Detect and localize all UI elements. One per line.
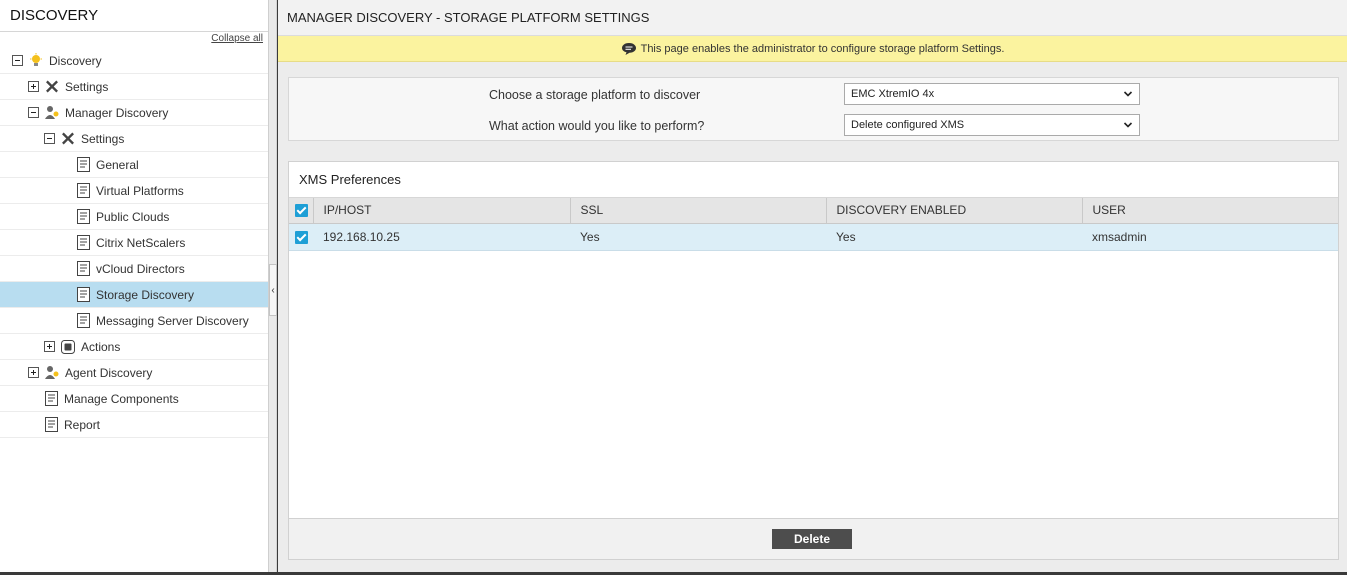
table-header-row: IP/HOST SSL DISCOVERY ENABLED USER	[289, 198, 1338, 224]
table-row[interactable]: 192.168.10.25 Yes Yes xmsadmin	[289, 223, 1338, 251]
platform-select-value: EMC XtremIO 4x	[851, 88, 935, 100]
info-banner: This page enables the administrator to c…	[278, 36, 1347, 62]
xms-table: IP/HOST SSL DISCOVERY ENABLED USER 192.1…	[289, 198, 1338, 251]
manager-icon	[45, 105, 59, 120]
tree-item-agent-discovery[interactable]: Agent Discovery	[0, 360, 268, 386]
tree-item-label: Manager Discovery	[65, 105, 169, 120]
tree-item-label: Settings	[81, 131, 125, 146]
main-content: MANAGER DISCOVERY - STORAGE PLATFORM SET…	[278, 0, 1347, 572]
row-select-cell	[289, 223, 313, 251]
page-icon	[76, 209, 90, 224]
page-icon	[76, 287, 90, 302]
grid-caption: XMS Preferences	[289, 162, 1338, 198]
tree-item-label: Citrix NetScalers	[96, 235, 186, 250]
tree-item-label: Virtual Platforms	[96, 183, 184, 198]
cell-ssl: Yes	[570, 223, 826, 251]
tree-item-general[interactable]: General	[0, 152, 268, 178]
agent-icon	[45, 365, 59, 380]
expand-toggle-icon[interactable]	[28, 367, 39, 378]
info-bubble-icon	[621, 42, 637, 56]
navigation-tree: Discovery Settings Manager Discovery Set…	[0, 48, 268, 438]
tree-item-label: Public Clouds	[96, 209, 170, 224]
tree-item-vcloud-directors[interactable]: vCloud Directors	[0, 256, 268, 282]
actions-icon	[61, 339, 75, 354]
grid-footer: Delete	[289, 518, 1338, 559]
tools-icon	[61, 131, 75, 146]
cell-discovery-enabled: Yes	[826, 223, 1082, 251]
tree-item-label: Storage Discovery	[96, 287, 195, 302]
page-title: MANAGER DISCOVERY - STORAGE PLATFORM SET…	[278, 0, 1347, 36]
select-all-checkbox[interactable]	[295, 204, 308, 218]
tree-item-settings[interactable]: Settings	[0, 74, 268, 100]
tree-item-label: vCloud Directors	[96, 261, 185, 276]
sidebar-splitter[interactable]: ‹	[269, 0, 277, 572]
collapse-toggle-icon[interactable]	[28, 107, 39, 118]
collapse-all-link[interactable]: Collapse all	[211, 33, 263, 44]
row-checkbox[interactable]	[295, 230, 308, 244]
column-header-user[interactable]: USER	[1082, 198, 1338, 224]
page-icon	[76, 235, 90, 250]
select-all-cell	[289, 198, 314, 224]
page-icon	[76, 183, 90, 198]
tree-item-manage-components[interactable]: Manage Components	[0, 386, 268, 412]
tree-item-storage-discovery[interactable]: Storage Discovery	[0, 282, 268, 308]
tree-item-label: Agent Discovery	[65, 365, 153, 380]
tree-item-label: Actions	[81, 339, 121, 354]
tree-item-label: Report	[64, 417, 101, 432]
sidebar-title: DISCOVERY	[0, 0, 268, 32]
page-icon	[44, 417, 58, 432]
platform-label: Choose a storage platform to discover	[489, 88, 701, 102]
xms-preferences-panel: XMS Preferences IP/HOST SSL DISCOVERY EN…	[288, 161, 1339, 560]
tree-item-public-clouds[interactable]: Public Clouds	[0, 204, 268, 230]
action-select[interactable]: Delete configured XMS	[844, 114, 1140, 136]
expand-toggle-icon[interactable]	[28, 81, 39, 92]
collapse-sidebar-handle[interactable]: ‹	[269, 264, 277, 316]
action-row: What action would you like to perform? D…	[289, 114, 1338, 140]
platform-select[interactable]: EMC XtremIO 4x	[844, 83, 1140, 105]
page-icon	[76, 313, 90, 328]
chevron-down-icon	[1123, 122, 1133, 128]
tree-item-report[interactable]: Report	[0, 412, 268, 438]
action-label: What action would you like to perform?	[489, 119, 705, 133]
action-select-value: Delete configured XMS	[851, 119, 965, 131]
lightbulb-icon	[29, 53, 43, 68]
chevron-left-icon: ‹	[271, 284, 275, 296]
tools-icon	[45, 79, 59, 94]
delete-button[interactable]: Delete	[772, 529, 852, 549]
column-header-ip-host[interactable]: IP/HOST	[313, 198, 571, 224]
page-icon	[76, 157, 90, 172]
cell-host: 192.168.10.25	[313, 223, 570, 251]
tree-item-virtual-platforms[interactable]: Virtual Platforms	[0, 178, 268, 204]
tree-item-actions[interactable]: Actions	[0, 334, 268, 360]
tree-item-label: Settings	[65, 79, 109, 94]
tree-item-label: Messaging Server Discovery	[96, 313, 249, 328]
platform-row: Choose a storage platform to discover EM…	[289, 83, 1338, 109]
tree-item-discovery[interactable]: Discovery	[0, 48, 268, 74]
tree-item-label: Manage Components	[64, 391, 179, 406]
collapse-row: Collapse all	[0, 32, 268, 48]
page-icon	[44, 391, 58, 406]
tree-item-label: General	[96, 157, 139, 172]
column-header-discovery-enabled[interactable]: DISCOVERY ENABLED	[826, 198, 1083, 224]
cell-user: xmsadmin	[1082, 223, 1338, 251]
platform-form: Choose a storage platform to discover EM…	[288, 77, 1339, 141]
tree-item-citrix-netscalers[interactable]: Citrix NetScalers	[0, 230, 268, 256]
collapse-toggle-icon[interactable]	[12, 55, 23, 66]
page-icon	[76, 261, 90, 276]
tree-item-manager-discovery[interactable]: Manager Discovery	[0, 100, 268, 126]
sidebar: DISCOVERY Collapse all Discovery Setting…	[0, 0, 269, 572]
column-header-ssl[interactable]: SSL	[570, 198, 827, 224]
tree-item-messaging-server-discovery[interactable]: Messaging Server Discovery	[0, 308, 268, 334]
chevron-down-icon	[1123, 91, 1133, 97]
tree-item-label: Discovery	[49, 53, 102, 68]
tree-item-manager-settings[interactable]: Settings	[0, 126, 268, 152]
collapse-toggle-icon[interactable]	[44, 133, 55, 144]
info-banner-text: This page enables the administrator to c…	[640, 42, 1005, 55]
expand-toggle-icon[interactable]	[44, 341, 55, 352]
